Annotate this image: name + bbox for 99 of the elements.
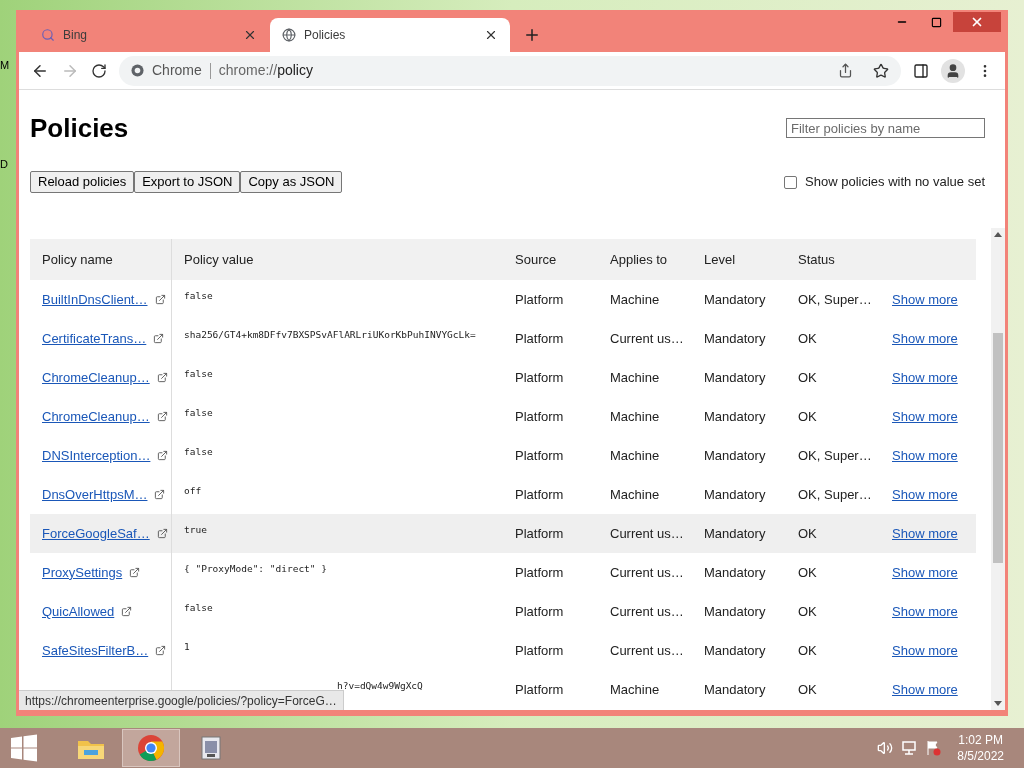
policy-link[interactable]: ChromeCleanup… <box>42 367 150 388</box>
applies-to-cell-text: Machine <box>609 407 661 426</box>
show-more-link[interactable]: Show more <box>880 601 976 622</box>
status-bubble: https://chromeenterprise.google/policies/?policy=ForceG… <box>19 690 344 710</box>
level-cell-text: Mandatory <box>703 290 767 309</box>
policy-link[interactable]: ProxySettings <box>42 562 123 583</box>
level-cell-text: Mandatory <box>703 368 767 387</box>
applies-to-cell-text: Current us… <box>609 563 685 582</box>
status-cell-text: OK, Super… <box>797 446 873 465</box>
policy-link[interactable]: DNSInterception… <box>42 445 151 466</box>
status-cell-text: OK <box>797 680 818 699</box>
level-cell-text: Mandatory <box>703 680 767 699</box>
source-cell-text: Platform <box>514 641 565 660</box>
tab-title: Bing <box>63 27 89 44</box>
status-cell-text: OK <box>797 368 818 387</box>
status-cell-text: OK <box>797 524 818 543</box>
source-cell-text: Platform <box>514 329 565 348</box>
source-cell-text: Platform <box>514 563 565 582</box>
status-cell-text: OK, Super… <box>797 290 873 309</box>
applies-to-cell-text: Machine <box>609 290 661 309</box>
show-more-link[interactable]: Show more <box>880 289 976 310</box>
source-cell-text: Platform <box>514 368 565 387</box>
status-cell-text: OK, Super… <box>797 485 873 504</box>
policy-link[interactable]: ChromeCleanup… <box>42 406 150 427</box>
desktop-label: D <box>0 159 9 170</box>
clock-time: 1:02 PM <box>958 732 1003 748</box>
action-button[interactable]: Copy as JSON <box>240 171 343 193</box>
policy-value: false <box>183 367 214 381</box>
status-cell-text: OK <box>797 602 818 621</box>
column-header: Level <box>703 250 737 269</box>
column-header: Status <box>797 250 836 269</box>
show-more-link[interactable]: Show more <box>880 679 976 700</box>
column-header: Applies to <box>609 250 669 269</box>
level-cell-text: Mandatory <box>703 602 767 621</box>
level-cell-text: Mandatory <box>703 446 767 465</box>
source-cell-text: Platform <box>514 485 565 504</box>
site-label: Chrome <box>152 61 202 80</box>
level-cell-text: Mandatory <box>703 563 767 582</box>
page-title: Policies <box>30 115 129 141</box>
desktop-label: M <box>0 60 10 71</box>
status-cell-text: OK <box>797 563 818 582</box>
level-cell-text: Mandatory <box>703 407 767 426</box>
show-more-link[interactable]: Show more <box>880 406 976 427</box>
policy-value: false <box>183 406 214 420</box>
action-button[interactable]: Reload policies <box>30 171 135 193</box>
column-header: Policy value <box>183 250 255 269</box>
policy-link[interactable]: SafeSitesFilterB… <box>42 640 149 661</box>
filter-field[interactable]: Filter policies by name <box>786 118 985 138</box>
column-header: Source <box>514 250 558 269</box>
source-cell-text: Platform <box>514 290 565 309</box>
policy-value: true <box>183 523 208 537</box>
policy-link[interactable]: ForceGoogleSaf… <box>42 523 150 544</box>
applies-to-cell-text: Current us… <box>609 602 685 621</box>
source-cell-text: Platform <box>514 524 565 543</box>
show-more-link[interactable]: Show more <box>880 562 976 583</box>
tab-title: Policies <box>304 27 347 44</box>
policy-value: off <box>183 484 203 498</box>
policy-value: false <box>183 601 214 615</box>
policy-link[interactable]: QuicAllowed <box>42 601 115 622</box>
source-cell-text: Platform <box>514 446 565 465</box>
applies-to-cell-text: Machine <box>609 485 661 504</box>
applies-to-cell-text: Machine <box>609 446 661 465</box>
policy-value: h?v=dQw4w9WgXcQ <box>336 679 424 693</box>
show-more-link[interactable]: Show more <box>880 523 976 544</box>
applies-to-cell-text: Current us… <box>609 329 685 348</box>
policy-link[interactable]: CertificateTrans… <box>42 328 147 349</box>
show-more-link[interactable]: Show more <box>880 484 976 505</box>
applies-to-cell-text: Current us… <box>609 641 685 660</box>
action-button[interactable]: Export to JSON <box>134 171 241 193</box>
show-more-link[interactable]: Show more <box>880 328 976 349</box>
status-cell-text: OK <box>797 407 818 426</box>
level-cell-text: Mandatory <box>703 524 767 543</box>
status-cell-text: OK <box>797 641 818 660</box>
show-more-link[interactable]: Show more <box>880 445 976 466</box>
checkbox-label: Show policies with no value set <box>805 173 985 192</box>
policy-value: { "ProxyMode": "direct" } <box>183 562 328 576</box>
browser-tab[interactable]: Policies <box>270 18 510 52</box>
source-cell-text: Platform <box>514 407 565 426</box>
applies-to-cell-text: Machine <box>609 680 661 699</box>
source-cell-text: Platform <box>514 602 565 621</box>
policy-link[interactable]: BuiltInDnsClient… <box>42 289 148 310</box>
policy-value: 1 <box>183 640 191 654</box>
policy-value: sha256/GT4+km8DFfv7BXSPSvAFlARLriUKorKbPuhINVYGcLk= <box>183 328 477 342</box>
show-more-link[interactable]: Show more <box>880 367 976 388</box>
applies-to-cell-text: Current us… <box>609 524 685 543</box>
policy-value: false <box>183 445 214 459</box>
source-cell-text: Platform <box>514 680 565 699</box>
level-cell-text: Mandatory <box>703 329 767 348</box>
policy-link[interactable]: DnsOverHttpsM… <box>42 484 148 505</box>
policy-value: false <box>183 289 214 303</box>
address-bar[interactable]: Chrome chrome://policy <box>119 55 901 86</box>
url-text: chrome://policy <box>218 61 314 80</box>
level-cell-text: Mandatory <box>703 485 767 504</box>
clock-date: 8/5/2022 <box>957 748 1004 764</box>
applies-to-cell-text: Machine <box>609 368 661 387</box>
status-cell-text: OK <box>797 329 818 348</box>
show-more-link[interactable]: Show more <box>880 640 976 661</box>
level-cell-text: Mandatory <box>703 641 767 660</box>
browser-tab[interactable]: Bing <box>29 18 269 52</box>
